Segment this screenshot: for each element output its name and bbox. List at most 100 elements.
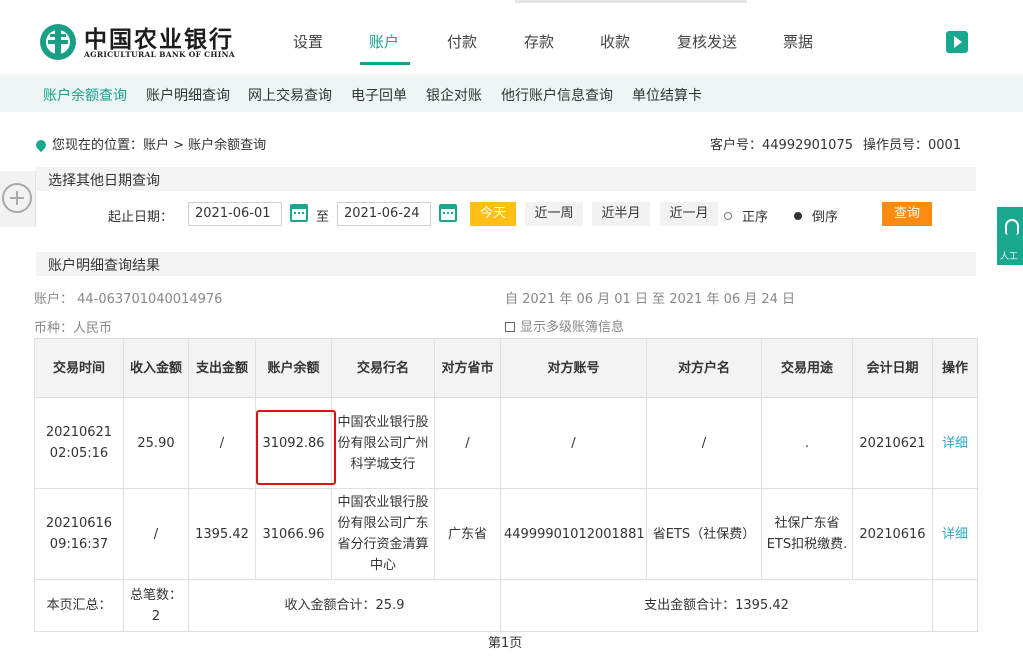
result-section-header: 账户明细查询结果 [36,252,976,276]
summary-count: 总笔数：2 [123,579,189,632]
result-section-title: 账户明细查询结果 [48,258,160,274]
cell-bank: 中国农业银行股份有限公司广东省分行资金清算中心 [331,488,435,580]
query-section-title: 选择其他日期查询 [48,173,160,189]
detail-link[interactable]: 详细 [932,397,978,489]
col-header: 操作 [932,338,978,398]
col-header: 账户余额 [255,338,332,398]
cell-time: 20210621 02:05:16 [34,397,124,489]
calendar-icon[interactable] [290,204,308,222]
summary-income-total: 收入金额合计：25.9 [188,579,501,632]
order-asc-radio[interactable]: 正序 [724,206,768,225]
table-row: 20210621 02:05:16 25.90 / 31092.86 中国农业银… [34,397,978,489]
page-number[interactable]: 第1页 [488,632,522,651]
subnav-other-bank[interactable]: 他行账户信息查询 [501,85,613,105]
col-header: 交易时间 [34,338,124,398]
plus-circle-icon [2,183,32,213]
nav-receive[interactable]: 收款 [600,31,630,52]
subnav-reconcile[interactable]: 银企对账 [426,85,482,105]
col-header: 对方省市 [434,338,501,398]
logo-text-en: AGRICULTURAL BANK OF CHINA [84,50,235,59]
cell-expense: / [188,397,256,489]
sub-nav: 账户余额查询 账户明细查询 网上交易查询 电子回单 银企对账 他行账户信息查询 … [0,74,1023,112]
order-desc-radio[interactable]: 倒序 [794,206,838,225]
col-header: 对方户名 [646,338,762,398]
breadcrumb: 您现在的位置：账户 > 账户余额查询 [33,134,267,153]
calendar-icon[interactable] [439,204,457,222]
subnav-balance-query[interactable]: 账户余额查询 [43,85,127,105]
order-desc-label: 倒序 [812,210,839,225]
last-month-button[interactable]: 近一月 [660,202,718,226]
col-header: 会计日期 [852,338,933,398]
account-number: 账户： 44-063701040014976 [34,292,223,307]
subnav-e-receipt[interactable]: 电子回单 [351,85,407,105]
query-period: 自 2021 年 06 月 01 日 至 2021 年 06 月 24 日 [505,292,796,307]
table-header-row: 交易时间 收入金额 支出金额 账户余额 交易行名 对方省市 对方账号 对方户名 … [34,338,978,398]
date-range-label: 起止日期： [108,210,174,225]
start-date-input[interactable]: 2021-06-01 [188,202,282,226]
expand-panel-button[interactable] [0,171,36,227]
cell-time: 20210616 09:16:37 [34,488,124,580]
headset-icon [1005,219,1019,235]
cell-bank: 中国农业银行股份有限公司广州科学城支行 [331,397,435,489]
cell-province: / [434,397,501,489]
multilevel-checkbox[interactable]: 显示多级账簿信息 [505,316,624,335]
today-button[interactable]: 今天 [470,202,516,226]
cell-purpose: 社保广东省ETS扣税缴费. [761,488,853,580]
col-header: 交易用途 [761,338,853,398]
end-date-input[interactable]: 2021-06-24 [337,202,431,226]
summary-row: 本页汇总： 总笔数：2 收入金额合计：25.9 支出金额合计：1395.42 [34,579,978,632]
nav-deposit[interactable]: 存款 [524,31,554,52]
cell-purpose: . [761,397,853,489]
subnav-settlement-card[interactable]: 单位结算卡 [632,85,702,105]
highlight-box [256,410,336,485]
transactions-table: 交易时间 收入金额 支出金额 账户余额 交易行名 对方省市 对方账号 对方户名 … [34,338,978,632]
play-icon[interactable] [946,31,968,53]
customer-service-widget[interactable]: 人工 [997,207,1023,265]
top-scrollbar[interactable] [515,0,747,3]
col-header: 对方账号 [500,338,647,398]
nav-active-underline [360,62,410,65]
operator-number: 操作员号：0001 [863,138,962,153]
nav-settings[interactable]: 设置 [293,31,323,52]
nav-account[interactable]: 账户 [369,31,399,52]
cell-balance: 31066.96 [255,488,332,580]
col-header: 收入金额 [123,338,189,398]
checkbox-icon [505,322,515,332]
nav-review-send[interactable]: 复核发送 [677,31,737,52]
subnav-online-trade[interactable]: 网上交易查询 [248,85,332,105]
radio-off-icon [724,212,732,220]
date-to-label: 至 [316,210,330,225]
nav-bills[interactable]: 票据 [783,31,813,52]
abc-logo[interactable]: 中国农业银行 AGRICULTURAL BANK OF CHINA [38,20,248,64]
detail-link[interactable]: 详细 [932,488,978,580]
cell-account: / [500,397,647,489]
cell-expense: 1395.42 [188,488,256,580]
cell-province: 广东省 [434,488,501,580]
cell-income: 25.90 [123,397,189,489]
subnav-detail-query[interactable]: 账户明细查询 [146,85,230,105]
col-header: 支出金额 [188,338,256,398]
cell-date: 20210616 [852,488,933,580]
cell-account: 44999901012001881 [500,488,647,580]
currency-label: 币种：人民币 [34,321,113,336]
customer-service-label: 人工 [1000,252,1019,262]
cell-name: / [646,397,762,489]
summary-empty-cell [932,579,978,632]
customer-number: 客户号：44992901075 [710,138,853,153]
last-half-month-button[interactable]: 近半月 [592,202,650,226]
order-asc-label: 正序 [742,210,769,225]
query-button[interactable]: 查询 [882,202,932,226]
logo-text-cn: 中国农业银行 [84,27,234,53]
summary-expense-total: 支出金额合计：1395.42 [500,579,933,632]
header: 中国农业银行 AGRICULTURAL BANK OF CHINA 设置 账户 … [0,0,1023,74]
col-header: 交易行名 [331,338,435,398]
radio-on-icon [794,212,802,220]
cell-name: 省ETS（社保费） [646,488,762,580]
breadcrumb-text: 您现在的位置：账户 > 账户余额查询 [52,138,267,153]
last-week-button[interactable]: 近一周 [525,202,583,226]
abc-logo-icon [40,24,76,60]
summary-label: 本页汇总： [34,579,124,632]
location-pin-icon [33,137,49,153]
query-section-header: 选择其他日期查询 [36,167,976,191]
nav-payment[interactable]: 付款 [447,31,477,52]
